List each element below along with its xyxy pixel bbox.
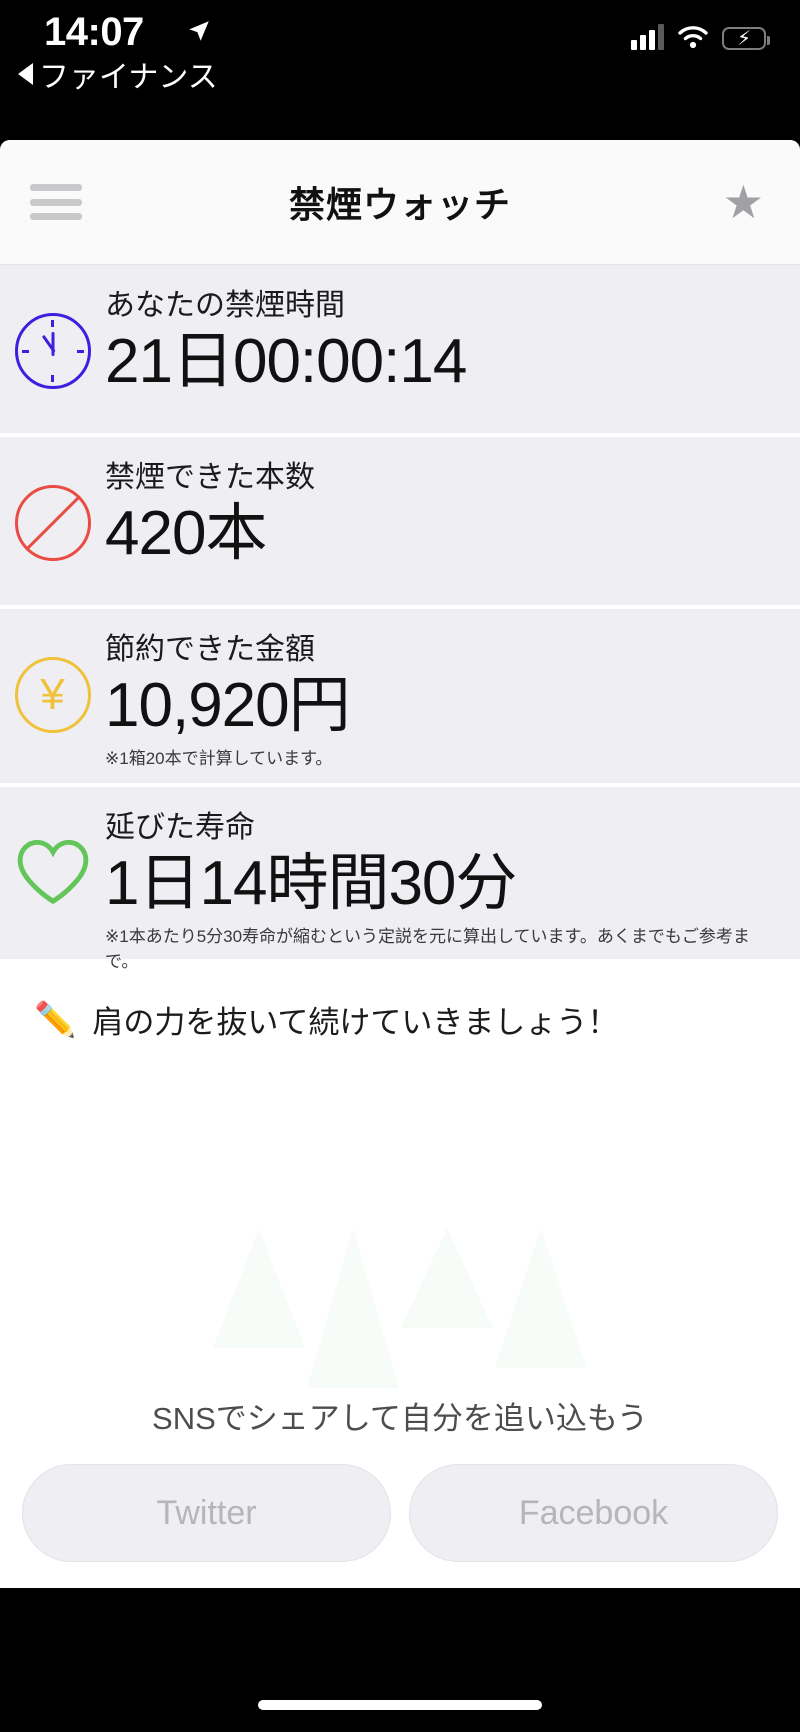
yen-icon: ¥: [0, 631, 105, 733]
stat-note: ※1本あたり5分30寿命が縮むという定説を元に算出しています。あくまでもご参考ま…: [105, 926, 750, 971]
back-triangle-icon: [18, 63, 33, 85]
stat-note: ※1箱20本で計算しています。: [105, 748, 333, 768]
page-title: 禁煙ウォッチ: [288, 184, 511, 225]
clock-icon: [0, 287, 105, 389]
share-twitter-button[interactable]: Twitter: [22, 1464, 391, 1562]
encouragement-text: 肩の力を抜いて続けていきましょう！: [92, 1005, 619, 1040]
home-indicator[interactable]: [258, 1700, 542, 1710]
back-label: ファイナンス: [39, 61, 218, 94]
stat-label: 延びた寿命: [105, 811, 255, 844]
share-title: SNSでシェアして自分を追い込もう: [152, 1401, 648, 1436]
stats-list: あなたの禁煙時間 21日00:00:14 禁煙できた本数 420本 ¥ 節約でき…: [0, 265, 800, 971]
cellular-signal-icon: [631, 24, 664, 50]
stat-row-life-extended: 延びた寿命 1日14時間30分 ※1本あたり5分30寿命が縮むという定説を元に算…: [0, 787, 800, 971]
stat-label: あなたの禁煙時間: [105, 289, 345, 322]
stat-label: 禁煙できた本数: [105, 461, 315, 494]
stat-row-smoke-free-time: あなたの禁煙時間 21日00:00:14: [0, 265, 800, 437]
stat-value: 420本: [105, 498, 267, 568]
share-button-group: Twitter Facebook: [0, 1464, 800, 1562]
pencil-icon: ✏️: [34, 1000, 77, 1039]
no-smoking-icon: [0, 459, 105, 561]
wifi-icon: [678, 26, 708, 49]
share-facebook-button[interactable]: Facebook: [409, 1464, 778, 1562]
ios-status-bar: 14:07 ファイナンス ⚡: [0, 0, 800, 140]
stat-row-money-saved: ¥ 節約できた金額 10,920円 ※1箱20本で計算しています。: [0, 609, 800, 787]
stat-value: 10,920円: [105, 670, 351, 740]
status-bar-indicators: ⚡: [631, 24, 770, 50]
app-header: 禁煙ウォッチ ★: [0, 140, 800, 265]
stat-row-cigarettes-avoided: 禁煙できた本数 420本: [0, 437, 800, 609]
status-bar-clock: 14:07: [44, 10, 144, 54]
star-icon[interactable]: ★: [723, 179, 764, 225]
stat-value: 1日14時間30分: [105, 848, 517, 918]
stat-label: 節約できた金額: [105, 633, 315, 666]
location-arrow-icon: [189, 21, 209, 41]
battery-charging-icon: ⚡: [722, 27, 770, 50]
stat-value: 21日00:00:14: [105, 326, 467, 396]
app-window: 禁煙ウォッチ ★ あなたの禁煙時間 21日00:00:14 禁煙できた本数 42…: [0, 140, 800, 1588]
heart-icon: [0, 809, 105, 909]
share-section: SNSでシェアして自分を追い込もう Twitter Facebook: [0, 1393, 800, 1562]
hamburger-menu-icon[interactable]: [30, 184, 82, 220]
back-to-app-link[interactable]: ファイナンス: [18, 52, 218, 96]
